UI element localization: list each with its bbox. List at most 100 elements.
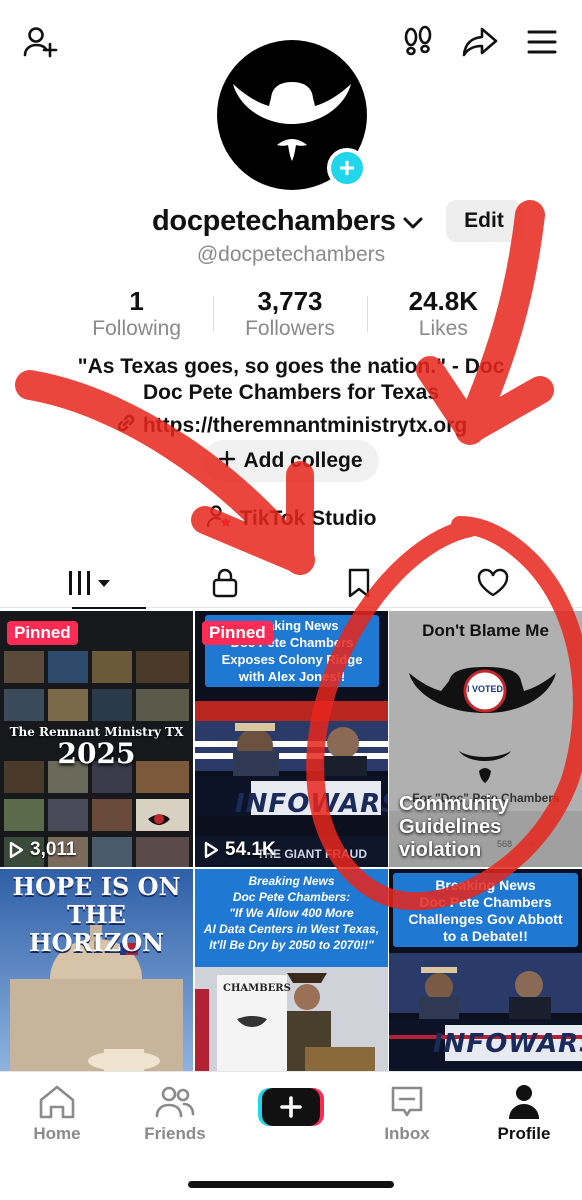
podium-sign: CHAMBERS bbox=[223, 983, 291, 994]
menu-icon[interactable] bbox=[522, 22, 562, 62]
link-icon bbox=[115, 412, 137, 440]
pinned-badge: Pinned bbox=[7, 621, 78, 645]
banner-line: Challenges Gov Abbott bbox=[408, 911, 563, 927]
banner-line: with Alex Jones!! bbox=[238, 669, 346, 684]
violation-line: violation bbox=[399, 839, 482, 861]
stat-followers[interactable]: 3,773 Followers bbox=[213, 286, 366, 346]
video-thumbnail[interactable]: HOPE IS ON THE HORIZON bbox=[0, 869, 193, 1071]
stat-value: 24.8K bbox=[408, 286, 479, 316]
view-count-value: 54.1K bbox=[225, 839, 276, 860]
banner-line: AI Data Centers in West Texas, bbox=[203, 922, 380, 936]
bio-link[interactable]: https://theremnantministrytx.org bbox=[0, 412, 582, 440]
create-button[interactable] bbox=[258, 1086, 324, 1128]
video-grid: The Remnant Ministry TX 2025 Pinned 3,01… bbox=[0, 611, 582, 1071]
nav-friends[interactable]: Friends bbox=[125, 1080, 225, 1144]
nav-label: Inbox bbox=[384, 1124, 430, 1143]
stats-row: 1 Following 3,773 Followers 24.8K Likes bbox=[60, 286, 520, 346]
stat-following[interactable]: 1 Following bbox=[60, 286, 213, 346]
content-tabs bbox=[0, 558, 582, 609]
violation-line: Community bbox=[399, 793, 509, 815]
create-plus-icon bbox=[258, 1088, 324, 1126]
play-icon bbox=[9, 841, 24, 859]
stat-label: Likes bbox=[418, 317, 468, 340]
nav-profile[interactable]: Profile bbox=[474, 1080, 574, 1144]
nav-label: Friends bbox=[144, 1124, 206, 1143]
mini-count: 6 bbox=[530, 839, 536, 849]
video-thumbnail[interactable]: Don't Blame Me I VOTED For "Doc" Pete Ch… bbox=[389, 611, 582, 867]
inbox-icon bbox=[357, 1080, 457, 1124]
tab-videos[interactable] bbox=[18, 558, 163, 609]
username[interactable]: docpetechambers bbox=[152, 205, 396, 238]
banner-line: "If We Allow 400 More bbox=[229, 906, 354, 920]
view-count: 54.1K bbox=[203, 839, 276, 861]
nav-label: Profile bbox=[497, 1124, 551, 1143]
heart-icon bbox=[477, 568, 508, 597]
share-icon[interactable] bbox=[460, 22, 500, 62]
ticker-logo: INFOWARS bbox=[235, 789, 388, 819]
studio-icon bbox=[206, 504, 232, 534]
mini-count: 568 bbox=[497, 839, 513, 849]
nav-label: Home bbox=[33, 1124, 81, 1143]
voted-button: I VOTED bbox=[466, 684, 503, 694]
add-college-label: Add college bbox=[243, 449, 363, 472]
stat-likes[interactable]: 24.8K Likes bbox=[366, 286, 520, 346]
profile-icon bbox=[474, 1080, 574, 1124]
view-count: 3,011 bbox=[8, 839, 77, 861]
banner-line: Breaking News bbox=[435, 877, 536, 893]
stat-value: 1 bbox=[129, 286, 144, 316]
headline-line: THE HORIZON bbox=[28, 900, 165, 957]
violation-label: Community Guidelines violation bbox=[399, 793, 579, 862]
cover-year: 2025 bbox=[57, 737, 136, 770]
bio-line-1: "As Texas goes, so goes the nation." - D… bbox=[77, 355, 505, 378]
nav-inbox[interactable]: Inbox bbox=[357, 1080, 457, 1144]
tab-private[interactable] bbox=[152, 558, 297, 608]
play-icon bbox=[204, 841, 219, 859]
lock-icon bbox=[212, 568, 237, 598]
mini-counts: 568 6 bbox=[497, 839, 535, 849]
pinned-badge: Pinned bbox=[202, 621, 273, 645]
banner-line: Exposes Colony Ridge bbox=[221, 652, 363, 667]
news-banner: Breaking News Doc Pete Chambers: "If We … bbox=[199, 873, 384, 953]
stat-label: Followers bbox=[245, 317, 335, 340]
tiktok-studio-link[interactable]: TikTok Studio bbox=[0, 504, 582, 534]
edit-profile-button[interactable]: Edit bbox=[446, 200, 522, 242]
bio: "As Texas goes, so goes the nation." - D… bbox=[0, 354, 582, 406]
banner-line: to a Debate!! bbox=[443, 928, 528, 944]
banner-line: Breaking News bbox=[248, 874, 335, 888]
banner-line: Doc Pete Chambers bbox=[419, 894, 552, 910]
cover-header: Don't Blame Me bbox=[422, 621, 549, 640]
banner-line: Doc Pete Chambers: bbox=[232, 890, 351, 904]
grid-icon bbox=[68, 571, 110, 595]
video-thumbnail[interactable]: Breaking News Doc Pete Chambers: "If We … bbox=[195, 869, 388, 1071]
add-friend-icon[interactable] bbox=[20, 22, 60, 62]
cover-headline: HOPE IS ON THE HORIZON bbox=[0, 873, 193, 957]
home-indicator bbox=[188, 1181, 394, 1188]
chevron-down-icon[interactable] bbox=[402, 215, 424, 236]
video-thumbnail[interactable]: INFOWARS Breaking News Doc Pete Chambers… bbox=[195, 611, 388, 867]
stat-value: 3,773 bbox=[257, 286, 323, 316]
studio-label: TikTok Studio bbox=[239, 507, 377, 530]
tab-saved[interactable] bbox=[286, 558, 431, 608]
violation-line: Guidelines bbox=[399, 816, 502, 838]
add-avatar-button[interactable]: + bbox=[327, 148, 367, 188]
home-icon bbox=[7, 1080, 107, 1124]
stat-label: Following bbox=[92, 317, 182, 340]
friends-icon bbox=[125, 1080, 225, 1124]
add-college-button[interactable]: Add college bbox=[203, 440, 379, 482]
tab-liked[interactable] bbox=[420, 558, 565, 608]
active-tab-indicator bbox=[72, 607, 146, 609]
handle: @docpetechambers bbox=[196, 243, 386, 266]
banner-line: It'll Be Dry by 2050 to 2070!!" bbox=[209, 938, 374, 952]
news-banner: Breaking News Doc Pete Chambers Challeng… bbox=[393, 877, 578, 945]
link-text: https://theremnantministrytx.org bbox=[142, 414, 468, 437]
headline-line: HOPE IS ON bbox=[12, 872, 181, 901]
video-thumbnail[interactable]: The Remnant Ministry TX 2025 Pinned 3,01… bbox=[0, 611, 193, 867]
lower-third: THE GIANT FRAUD bbox=[257, 847, 367, 861]
bio-line-2: Doc Pete Chambers for Texas bbox=[142, 381, 440, 404]
video-thumbnail[interactable]: INFOWARS Breaking News Doc Pete Chambers… bbox=[389, 869, 582, 1071]
plus-icon bbox=[219, 449, 236, 473]
ticker-logo: INFOWARS bbox=[433, 1029, 582, 1059]
bookmark-icon bbox=[348, 568, 369, 598]
footprints-icon[interactable] bbox=[398, 22, 438, 62]
nav-home[interactable]: Home bbox=[7, 1080, 107, 1144]
